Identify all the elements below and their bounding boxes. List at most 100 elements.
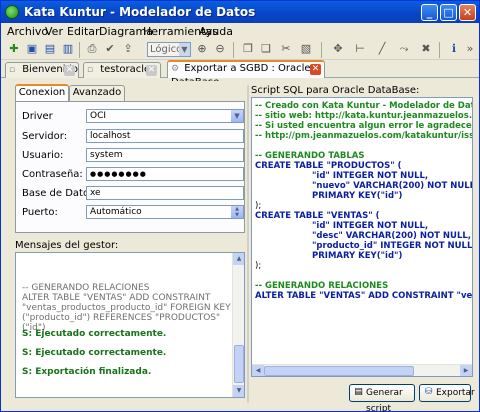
maximize-button[interactable]: □ (440, 4, 457, 21)
connection-form: Driver OCI ▼ Servidor: localhost Usuario… (15, 101, 245, 233)
sql-line: ); (255, 201, 262, 211)
sql-line: -- http://pm.jeanmazuelos.com/katakuntur… (255, 131, 473, 141)
toolbar-separator (79, 42, 80, 58)
driver-select[interactable]: OCI ▼ (86, 109, 244, 123)
export-panel: Conexion Avanzado Driver OCI ▼ Servidor:… (5, 81, 477, 412)
export-button[interactable]: ⛁ Exportar (419, 384, 475, 402)
app-icon (5, 5, 19, 19)
zoom-in-icon[interactable]: ⊕ (195, 42, 209, 56)
check-icon[interactable]: ✔ (103, 42, 117, 56)
server-row: Servidor: localhost (22, 129, 244, 144)
password-label: Contraseña: (22, 169, 83, 180)
zoom-out-icon[interactable]: ⊖ (213, 42, 227, 56)
page-icon: ▫ (9, 65, 16, 75)
link-icon[interactable]: ⤳ (397, 42, 411, 56)
tab-conexion[interactable]: Conexion (15, 84, 69, 101)
export-label: Exportar (436, 388, 475, 398)
server-label: Servidor: (22, 131, 68, 142)
sql-editor[interactable]: -- Creado con Kata Kuntur - Modelador de… (251, 97, 473, 377)
user-input[interactable]: system (86, 148, 244, 162)
tab-bienvenido[interactable]: ▫ Bienvenido ✕ (5, 62, 79, 78)
port-spinner[interactable]: Automático ▲ ▼ (86, 205, 244, 219)
toolbar: ✚ ▣ ▤ ▥ ⎙ ✔ ⇪ Lógico ▼ ⊕ ⊖ ❐ ❏ ✂ ▧ ✥ ⊢ ╱… (1, 40, 479, 60)
sql-line: CREATE TABLE "PRODUCTOS" ( (255, 161, 402, 171)
password-input[interactable]: ●●●●●●●● (86, 167, 244, 181)
script-icon: ▤ (354, 387, 363, 397)
user-label: Usuario: (22, 150, 64, 161)
sql-line: ALTER TABLE "VENTAS" ADD CONSTRAINT "ven… (255, 291, 473, 301)
sql-line: -- sitio web: http://kata.kuntur.jeanmaz… (255, 111, 473, 121)
scrollbar-thumb[interactable] (264, 366, 414, 376)
scroll-up-icon[interactable]: ▲ (233, 253, 244, 265)
tab-testoracle[interactable]: ▫ testoracle ✕ (83, 62, 161, 78)
generate-label: Generar script (366, 388, 403, 412)
zoom-combo[interactable]: Lógico ▼ (147, 42, 191, 57)
delete-icon[interactable]: ✖ (419, 42, 433, 56)
spinner-arrows-icon[interactable]: ▲ ▼ (231, 206, 243, 218)
sql-line: PRIMARY KEY("id") (312, 251, 403, 261)
window-title: Kata Kuntur - Modelador de Datos (24, 5, 256, 19)
server-input[interactable]: localhost (86, 129, 244, 143)
driver-label: Driver (22, 111, 53, 122)
toolbar-separator (439, 42, 440, 58)
port-row: Puerto: Automático ▲ ▼ (22, 205, 244, 220)
menu-bar: Archivo Ver Editar Diagrama Herramientas… (1, 23, 479, 40)
attribute-icon[interactable]: ⊢ (353, 42, 367, 56)
scrollbar-thumb[interactable] (234, 345, 244, 383)
pane-splitter[interactable] (247, 85, 249, 403)
export-icon[interactable]: ⇪ (121, 42, 135, 56)
title-bar[interactable]: Kata Kuntur - Modelador de Datos _ □ ✕ (1, 1, 479, 23)
open-icon[interactable]: ▣ (25, 42, 39, 56)
new-icon[interactable]: ✚ (7, 42, 21, 56)
relation-icon[interactable]: ╱ (375, 42, 389, 56)
messages-box[interactable]: -- GENERANDO RELACIONES ALTER TABLE "VEN… (15, 252, 245, 398)
sql-line: "id" INTEGER NOT NULL, (312, 171, 429, 181)
tab-avanzado[interactable]: Avanzado (69, 85, 125, 101)
connection-section: Conexion Avanzado Driver OCI ▼ Servidor:… (9, 82, 245, 404)
entity-icon[interactable]: ✥ (331, 42, 345, 56)
print-icon[interactable]: ⎙ (85, 42, 99, 56)
tab-exportar[interactable]: ⚙ Exportar a SGBD : Oracle DataBase ✕ (167, 60, 325, 88)
close-tab-icon[interactable]: ✕ (64, 65, 75, 76)
save-icon[interactable]: ▤ (43, 42, 57, 56)
messages-scrollbar[interactable]: ▲ ▼ (232, 253, 244, 397)
close-tab-icon[interactable]: ✕ (146, 65, 157, 76)
tab-label: testoracle (100, 64, 151, 75)
close-tab-icon[interactable]: ✕ (310, 64, 321, 75)
sql-line: ); (255, 261, 262, 271)
minimize-button[interactable]: _ (421, 4, 438, 21)
driver-row: Driver OCI ▼ (22, 109, 244, 124)
generate-script-button[interactable]: ▤ Generar script (349, 384, 415, 412)
status-message: S: Ejecutado correctamente. (22, 348, 167, 358)
menu-archivo[interactable]: Archivo (7, 25, 48, 38)
messages-label: Mensajes del gestor: (15, 240, 119, 251)
scroll-right-icon[interactable]: ▶ (460, 365, 472, 376)
driver-value: OCI (90, 111, 107, 121)
scroll-down-icon[interactable]: ▼ (233, 385, 244, 397)
page-icon: ▫ (87, 65, 94, 75)
sql-line: "nuevo" VARCHAR(200) NOT NULL, (312, 181, 473, 191)
paste-icon[interactable]: ▧ (299, 42, 313, 56)
save-all-icon[interactable]: ▥ (61, 42, 75, 56)
info-icon[interactable]: ℹ (447, 42, 461, 56)
copy-icon[interactable]: ❐ (241, 42, 255, 56)
sql-line: -- Creado con Kata Kuntur - Modelador de… (255, 101, 473, 111)
more-icon[interactable]: » (463, 42, 477, 56)
sql-line: PRIMARY KEY("id") (312, 191, 403, 201)
database-row: Base de Datos: xe (22, 186, 244, 201)
sql-scrollbar[interactable]: ◀ ▶ (252, 364, 472, 376)
sql-line: CREATE TABLE "VENTAS" ( (255, 211, 380, 221)
zoom-combo-value: Lógico (150, 44, 183, 55)
copy-doc-icon[interactable]: ❏ (259, 42, 273, 56)
menu-ver[interactable]: Ver (45, 25, 63, 38)
scroll-left-icon[interactable]: ◀ (252, 365, 264, 376)
sql-line: "id" INTEGER NOT NULL, (312, 221, 429, 231)
database-input[interactable]: xe (86, 186, 244, 200)
password-row: Contraseña: ●●●●●●●● (22, 167, 244, 182)
cut-icon[interactable]: ✂ (279, 42, 293, 56)
user-row: Usuario: system (22, 148, 244, 163)
sql-line: -- Si usted encuentra algun error le agr… (255, 121, 472, 131)
menu-editar[interactable]: Editar (67, 25, 100, 38)
menu-ayuda[interactable]: Ayuda (199, 25, 233, 38)
close-button[interactable]: ✕ (459, 4, 476, 21)
